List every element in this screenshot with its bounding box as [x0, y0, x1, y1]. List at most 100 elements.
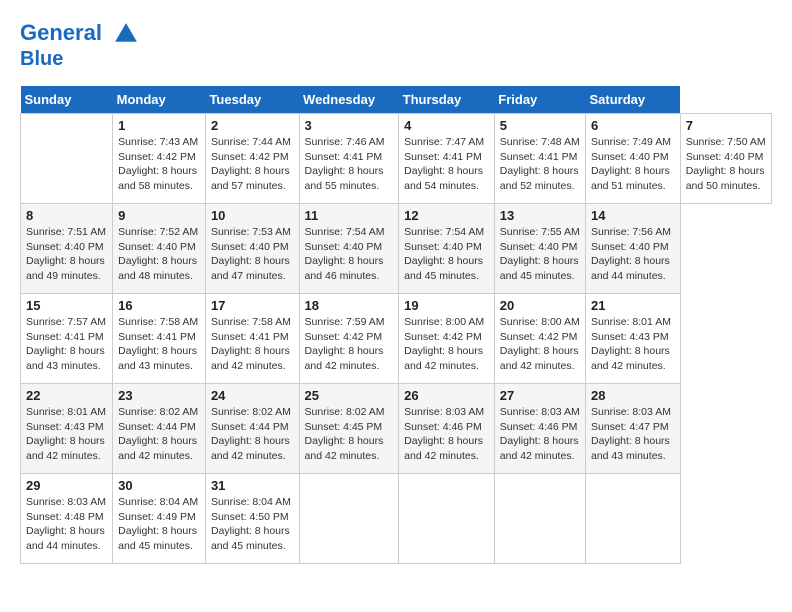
day-number: 18	[305, 298, 394, 313]
calendar-cell: 31 Sunrise: 8:04 AMSunset: 4:50 PMDayligh…	[205, 474, 299, 564]
calendar-cell: 29 Sunrise: 8:03 AMSunset: 4:48 PMDayligh…	[21, 474, 113, 564]
calendar-cell	[399, 474, 495, 564]
day-info: Sunrise: 8:02 AMSunset: 4:44 PMDaylight:…	[211, 405, 294, 464]
day-info: Sunrise: 7:46 AMSunset: 4:41 PMDaylight:…	[305, 135, 394, 194]
day-info: Sunrise: 7:50 AMSunset: 4:40 PMDaylight:…	[686, 135, 766, 194]
day-info: Sunrise: 7:59 AMSunset: 4:42 PMDaylight:…	[305, 315, 394, 374]
calendar-cell	[299, 474, 399, 564]
day-info: Sunrise: 8:04 AMSunset: 4:50 PMDaylight:…	[211, 495, 294, 554]
calendar-cell: 19 Sunrise: 8:00 AMSunset: 4:42 PMDayligh…	[399, 294, 495, 384]
calendar-cell: 4Sunrise: 7:47 AMSunset: 4:41 PMDaylight…	[399, 114, 495, 204]
day-number: 22	[26, 388, 107, 403]
day-number: 23	[118, 388, 200, 403]
day-info: Sunrise: 7:43 AMSunset: 4:42 PMDaylight:…	[118, 135, 200, 194]
day-info: Sunrise: 7:44 AMSunset: 4:42 PMDaylight:…	[211, 135, 294, 194]
day-info: Sunrise: 7:49 AMSunset: 4:40 PMDaylight:…	[591, 135, 675, 194]
calendar-cell: 11Sunrise: 7:54 AMSunset: 4:40 PMDayligh…	[299, 204, 399, 294]
day-info: Sunrise: 8:00 AMSunset: 4:42 PMDaylight:…	[500, 315, 580, 374]
weekday-header-thursday: Thursday	[399, 86, 495, 114]
day-info: Sunrise: 7:53 AMSunset: 4:40 PMDaylight:…	[211, 225, 294, 284]
day-number: 5	[500, 118, 580, 133]
calendar-cell: 25 Sunrise: 8:02 AMSunset: 4:45 PMDayligh…	[299, 384, 399, 474]
day-info: Sunrise: 7:51 AMSunset: 4:40 PMDaylight:…	[26, 225, 107, 284]
calendar-table: SundayMondayTuesdayWednesdayThursdayFrid…	[20, 86, 772, 564]
calendar-cell: 27 Sunrise: 8:03 AMSunset: 4:46 PMDayligh…	[494, 384, 585, 474]
day-number: 14	[591, 208, 675, 223]
day-number: 8	[26, 208, 107, 223]
day-info: Sunrise: 7:57 AMSunset: 4:41 PMDaylight:…	[26, 315, 107, 374]
day-number: 10	[211, 208, 294, 223]
weekday-header-monday: Monday	[113, 86, 206, 114]
calendar-cell: 13Sunrise: 7:55 AMSunset: 4:40 PMDayligh…	[494, 204, 585, 294]
calendar-cell: 3 Sunrise: 7:46 AMSunset: 4:41 PMDaylight…	[299, 114, 399, 204]
calendar-cell: 18 Sunrise: 7:59 AMSunset: 4:42 PMDayligh…	[299, 294, 399, 384]
day-number: 17	[211, 298, 294, 313]
day-info: Sunrise: 8:02 AMSunset: 4:45 PMDaylight:…	[305, 405, 394, 464]
calendar-cell: 23 Sunrise: 8:02 AMSunset: 4:44 PMDayligh…	[113, 384, 206, 474]
day-number: 25	[305, 388, 394, 403]
page-header: General Blue	[20, 20, 772, 70]
day-number: 6	[591, 118, 675, 133]
calendar-cell: 20 Sunrise: 8:00 AMSunset: 4:42 PMDayligh…	[494, 294, 585, 384]
calendar-cell: 7 Sunrise: 7:50 AMSunset: 4:40 PMDaylight…	[680, 114, 771, 204]
calendar-cell: 17 Sunrise: 7:58 AMSunset: 4:41 PMDayligh…	[205, 294, 299, 384]
day-info: Sunrise: 7:56 AMSunset: 4:40 PMDaylight:…	[591, 225, 675, 284]
logo-subtext: Blue	[20, 48, 140, 70]
weekday-header-saturday: Saturday	[585, 86, 680, 114]
day-info: Sunrise: 8:01 AMSunset: 4:43 PMDaylight:…	[591, 315, 675, 374]
day-number: 13	[500, 208, 580, 223]
day-info: Sunrise: 7:54 AMSunset: 4:40 PMDaylight:…	[305, 225, 394, 284]
day-number: 28	[591, 388, 675, 403]
weekday-header-tuesday: Tuesday	[205, 86, 299, 114]
day-number: 24	[211, 388, 294, 403]
day-number: 29	[26, 478, 107, 493]
calendar-cell: 21 Sunrise: 8:01 AMSunset: 4:43 PMDayligh…	[585, 294, 680, 384]
day-number: 21	[591, 298, 675, 313]
weekday-header-wednesday: Wednesday	[299, 86, 399, 114]
calendar-cell	[21, 114, 113, 204]
logo: General Blue	[20, 20, 140, 70]
calendar-cell: 5 Sunrise: 7:48 AMSunset: 4:41 PMDaylight…	[494, 114, 585, 204]
day-number: 26	[404, 388, 489, 403]
day-number: 1	[118, 118, 200, 133]
day-info: Sunrise: 8:03 AMSunset: 4:48 PMDaylight:…	[26, 495, 107, 554]
day-number: 12	[404, 208, 489, 223]
day-info: Sunrise: 8:02 AMSunset: 4:44 PMDaylight:…	[118, 405, 200, 464]
day-number: 30	[118, 478, 200, 493]
day-number: 20	[500, 298, 580, 313]
day-info: Sunrise: 8:03 AMSunset: 4:46 PMDaylight:…	[500, 405, 580, 464]
day-info: Sunrise: 7:52 AMSunset: 4:40 PMDaylight:…	[118, 225, 200, 284]
day-info: Sunrise: 7:48 AMSunset: 4:41 PMDaylight:…	[500, 135, 580, 194]
calendar-cell	[494, 474, 585, 564]
day-number: 7	[686, 118, 766, 133]
calendar-cell: 22Sunrise: 8:01 AMSunset: 4:43 PMDayligh…	[21, 384, 113, 474]
calendar-cell: 6 Sunrise: 7:49 AMSunset: 4:40 PMDaylight…	[585, 114, 680, 204]
calendar-cell: 26 Sunrise: 8:03 AMSunset: 4:46 PMDayligh…	[399, 384, 495, 474]
weekday-header-friday: Friday	[494, 86, 585, 114]
day-info: Sunrise: 8:03 AMSunset: 4:46 PMDaylight:…	[404, 405, 489, 464]
day-number: 19	[404, 298, 489, 313]
calendar-cell: 9 Sunrise: 7:52 AMSunset: 4:40 PMDaylight…	[113, 204, 206, 294]
day-info: Sunrise: 8:00 AMSunset: 4:42 PMDaylight:…	[404, 315, 489, 374]
day-number: 9	[118, 208, 200, 223]
day-number: 27	[500, 388, 580, 403]
calendar-cell: 16Sunrise: 7:58 AMSunset: 4:41 PMDayligh…	[113, 294, 206, 384]
day-info: Sunrise: 7:54 AMSunset: 4:40 PMDaylight:…	[404, 225, 489, 284]
day-number: 16	[118, 298, 200, 313]
logo-text: General	[20, 20, 140, 48]
day-info: Sunrise: 8:03 AMSunset: 4:47 PMDaylight:…	[591, 405, 675, 464]
day-info: Sunrise: 7:47 AMSunset: 4:41 PMDaylight:…	[404, 135, 489, 194]
weekday-header-sunday: Sunday	[21, 86, 113, 114]
calendar-cell: 2 Sunrise: 7:44 AMSunset: 4:42 PMDaylight…	[205, 114, 299, 204]
calendar-cell: 28 Sunrise: 8:03 AMSunset: 4:47 PMDayligh…	[585, 384, 680, 474]
day-number: 31	[211, 478, 294, 493]
day-number: 15	[26, 298, 107, 313]
calendar-cell: 14 Sunrise: 7:56 AMSunset: 4:40 PMDayligh…	[585, 204, 680, 294]
day-number: 2	[211, 118, 294, 133]
day-info: Sunrise: 7:58 AMSunset: 4:41 PMDaylight:…	[211, 315, 294, 374]
calendar-cell: 1 Sunrise: 7:43 AMSunset: 4:42 PMDaylight…	[113, 114, 206, 204]
day-number: 3	[305, 118, 394, 133]
calendar-cell: 24 Sunrise: 8:02 AMSunset: 4:44 PMDayligh…	[205, 384, 299, 474]
calendar-cell	[585, 474, 680, 564]
calendar-cell: 10 Sunrise: 7:53 AMSunset: 4:40 PMDayligh…	[205, 204, 299, 294]
